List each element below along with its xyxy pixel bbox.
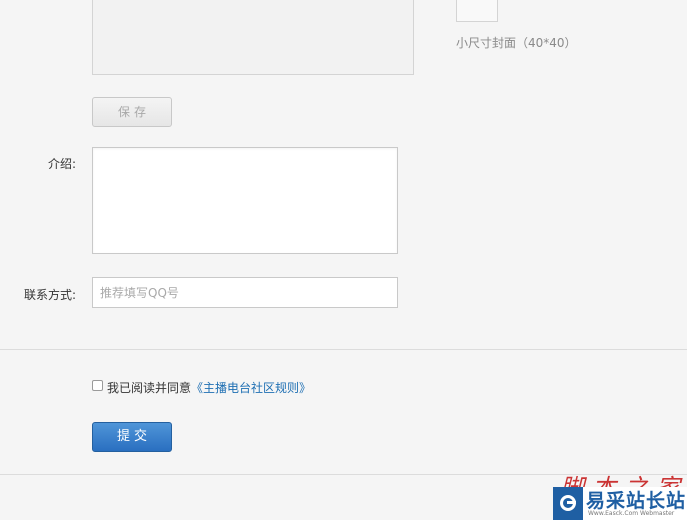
section-divider	[0, 349, 687, 350]
large-cover-upload[interactable]	[92, 0, 414, 75]
contact-input[interactable]	[92, 277, 398, 308]
intro-label: 介绍:	[47, 157, 76, 171]
agreement-text: 我已阅读并同意	[107, 381, 192, 395]
submit-button[interactable]: 提交	[92, 422, 172, 452]
intro-textarea[interactable]	[92, 147, 398, 254]
small-cover-upload[interactable]	[456, 0, 498, 22]
easck-watermark-text: 易采站长站	[586, 490, 687, 512]
community-rules-link[interactable]: 《主播电台社区规则》	[191, 381, 311, 395]
easck-logo-icon	[553, 487, 583, 520]
save-button[interactable]: 保存	[92, 97, 172, 127]
easck-watermark-url: Www.Easck.Com Webmaster	[588, 510, 675, 517]
agree-checkbox[interactable]	[92, 380, 103, 391]
agreement-row: 我已阅读并同意《主播电台社区规则》	[107, 379, 311, 396]
contact-label: 联系方式:	[23, 288, 76, 302]
small-cover-caption: 小尺寸封面（40*40）	[456, 36, 577, 50]
